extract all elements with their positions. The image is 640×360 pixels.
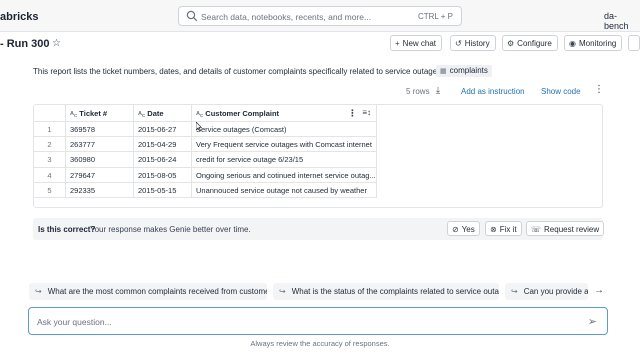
reply-arrow-icon: ↪ (35, 287, 42, 296)
download-icon[interactable]: ⤓ (436, 85, 440, 96)
response-description: This report lists the ticket numbers, da… (33, 67, 444, 76)
suggestion-chip[interactable]: ↪ What are the most common complaints rec… (29, 283, 267, 300)
row-number: 2 (34, 137, 66, 152)
cell-ticket[interactable]: 369578 (66, 122, 134, 137)
suggestion-text: What are the most common complaints rece… (47, 287, 267, 296)
table-header-row: AC Ticket # AC Date AC Customer Complaint ⋮ ≡… (34, 105, 376, 122)
results-table-container: AC Ticket # AC Date AC Customer Complaint ⋮ ≡… (33, 104, 603, 208)
global-search[interactable]: Search data, notebooks, recents, and mor… (178, 6, 462, 26)
cell-ticket[interactable]: 360980 (66, 152, 134, 167)
cell-date[interactable]: 2015-08-05 (134, 167, 192, 182)
table-row[interactable]: 4 279647 2015-08-05 Ongoing serious and … (34, 167, 377, 183)
results-table: AC Ticket # AC Date AC Customer Complaint ⋮ ≡… (34, 105, 377, 198)
row-count: 5 rows (406, 87, 430, 96)
column-header-label: Date (147, 109, 164, 118)
row-number: 3 (34, 152, 66, 167)
string-type-icon: AC (70, 111, 78, 119)
suggestion-chip[interactable]: ↪ Can you provide a b (505, 283, 588, 300)
show-code-link[interactable]: Show code (541, 87, 581, 96)
suggestion-chip[interactable]: ↪ What is the status of the complaints re… (273, 283, 499, 300)
column-header-label: Customer Complaint (205, 109, 280, 118)
star-outline-icon[interactable]: ☆ (52, 38, 61, 49)
request-review-button[interactable]: ☏ Request review (526, 221, 605, 236)
column-header-complaint[interactable]: AC Customer Complaint ⋮ ≡↕ (192, 105, 377, 121)
add-as-instruction-link[interactable]: Add as instruction (461, 87, 525, 96)
accuracy-disclaimer: Always review the accuracy of responses. (250, 339, 390, 348)
gear-icon: ⚙ (507, 39, 515, 48)
table-row[interactable]: 1 369578 2015-06-27 Service outages (Com… (34, 122, 377, 138)
table-row[interactable]: 5 292335 2015-05-15 Unannouced service o… (34, 182, 377, 198)
table-row[interactable]: 3 360980 2015-06-24 credit for service o… (34, 152, 377, 168)
table-icon: ▦ (440, 68, 447, 75)
cell-complaint[interactable]: Service outages (Comcast) (192, 122, 377, 136)
cell-complaint[interactable]: Very Frequent service outages with Comca… (192, 137, 377, 151)
check-circle-icon: ⊘ (452, 225, 459, 234)
yes-button[interactable]: ⊘ Yes (447, 221, 480, 236)
new-chat-button[interactable]: + New chat (390, 35, 443, 51)
monitoring-label: Monitoring (578, 39, 617, 48)
feedback-text: Your response makes Genie better over ti… (90, 225, 251, 234)
row-number: 5 (34, 182, 66, 197)
cell-ticket[interactable]: 263777 (66, 137, 134, 152)
history-icon: ↺ (455, 39, 462, 48)
yes-label: Yes (461, 225, 475, 234)
cell-date[interactable]: 2015-05-15 (134, 182, 192, 197)
cell-ticket[interactable]: 292335 (66, 182, 134, 197)
comment-icon: ☏ (531, 225, 542, 234)
string-type-icon: AC (196, 111, 204, 119)
feedback-question: Is this correct? (38, 225, 96, 234)
history-label: History (464, 39, 490, 48)
question-input[interactable]: Ask your question... ➢ (28, 307, 608, 335)
search-shortcut: CTRL + P (417, 12, 453, 21)
feedback-bar: Is this correct? Your response makes Gen… (33, 218, 605, 240)
reply-arrow-icon: ↪ (279, 287, 286, 296)
page-title: - Run 300 (0, 38, 50, 50)
send-icon[interactable]: ➢ (588, 315, 597, 328)
configure-button[interactable]: ⚙ Configure (502, 35, 558, 51)
row-number-header (34, 105, 66, 121)
cell-ticket[interactable]: 279647 (66, 167, 134, 182)
string-type-icon: AC (138, 111, 146, 119)
sort-icon[interactable]: ≡↕ (362, 108, 371, 117)
cell-date[interactable]: 2015-06-24 (134, 152, 192, 167)
column-header-ticket[interactable]: AC Ticket # (66, 105, 134, 121)
reply-arrow-icon: ↪ (511, 287, 518, 296)
history-button[interactable]: ↺ History (450, 35, 496, 51)
request-review-label: Request review (544, 225, 600, 234)
row-number: 4 (34, 167, 66, 182)
suggestion-text: What is the status of the complaints rel… (291, 287, 499, 296)
cell-date[interactable]: 2015-06-27 (134, 122, 192, 137)
plus-icon: + (395, 39, 400, 48)
cell-complaint[interactable]: Ongoing serious and cotinued internet se… (192, 168, 377, 182)
close-circle-icon: ⊗ (490, 225, 497, 234)
column-menu-icon[interactable]: ⋮ (348, 108, 357, 119)
brand-logo-text[interactable]: abricks (0, 11, 39, 23)
column-header-date[interactable]: AC Date (134, 105, 192, 121)
fix-it-label: Fix it (499, 225, 517, 234)
row-number: 1 (34, 122, 66, 137)
cell-complaint[interactable]: Unannouced service outage not caused by … (192, 183, 377, 197)
table-row[interactable]: 2 263777 2015-04-29 Very Frequent servic… (34, 137, 377, 153)
top-bar: abricks Search data, notebooks, recents,… (0, 0, 640, 32)
search-placeholder: Search data, notebooks, recents, and mor… (201, 12, 372, 22)
monitoring-button[interactable]: ◉ Monitoring (564, 35, 623, 51)
new-chat-label: New chat (402, 39, 437, 48)
eye-icon: ◉ (569, 39, 576, 48)
table-chip-label: complaints (449, 66, 488, 75)
question-placeholder: Ask your question... (37, 317, 112, 327)
column-header-label: Ticket # (79, 109, 108, 118)
table-chip[interactable]: ▦ complaints (436, 65, 492, 77)
workspace-user-menu[interactable]: da-bench (604, 11, 640, 31)
next-suggestions-arrow-icon[interactable]: → (594, 285, 604, 296)
configure-label: Configure (517, 39, 552, 48)
cell-date[interactable]: 2015-04-29 (134, 137, 192, 152)
cell-complaint[interactable]: credit for service outage 6/23/15 (192, 152, 377, 166)
more-button-partial[interactable] (628, 35, 640, 51)
fix-it-button[interactable]: ⊗ Fix it (485, 221, 522, 236)
mouse-cursor-icon (196, 122, 202, 131)
suggestion-text: Can you provide a b (523, 287, 588, 296)
search-icon (186, 10, 198, 22)
more-options-icon[interactable]: ⋮ (594, 84, 604, 95)
